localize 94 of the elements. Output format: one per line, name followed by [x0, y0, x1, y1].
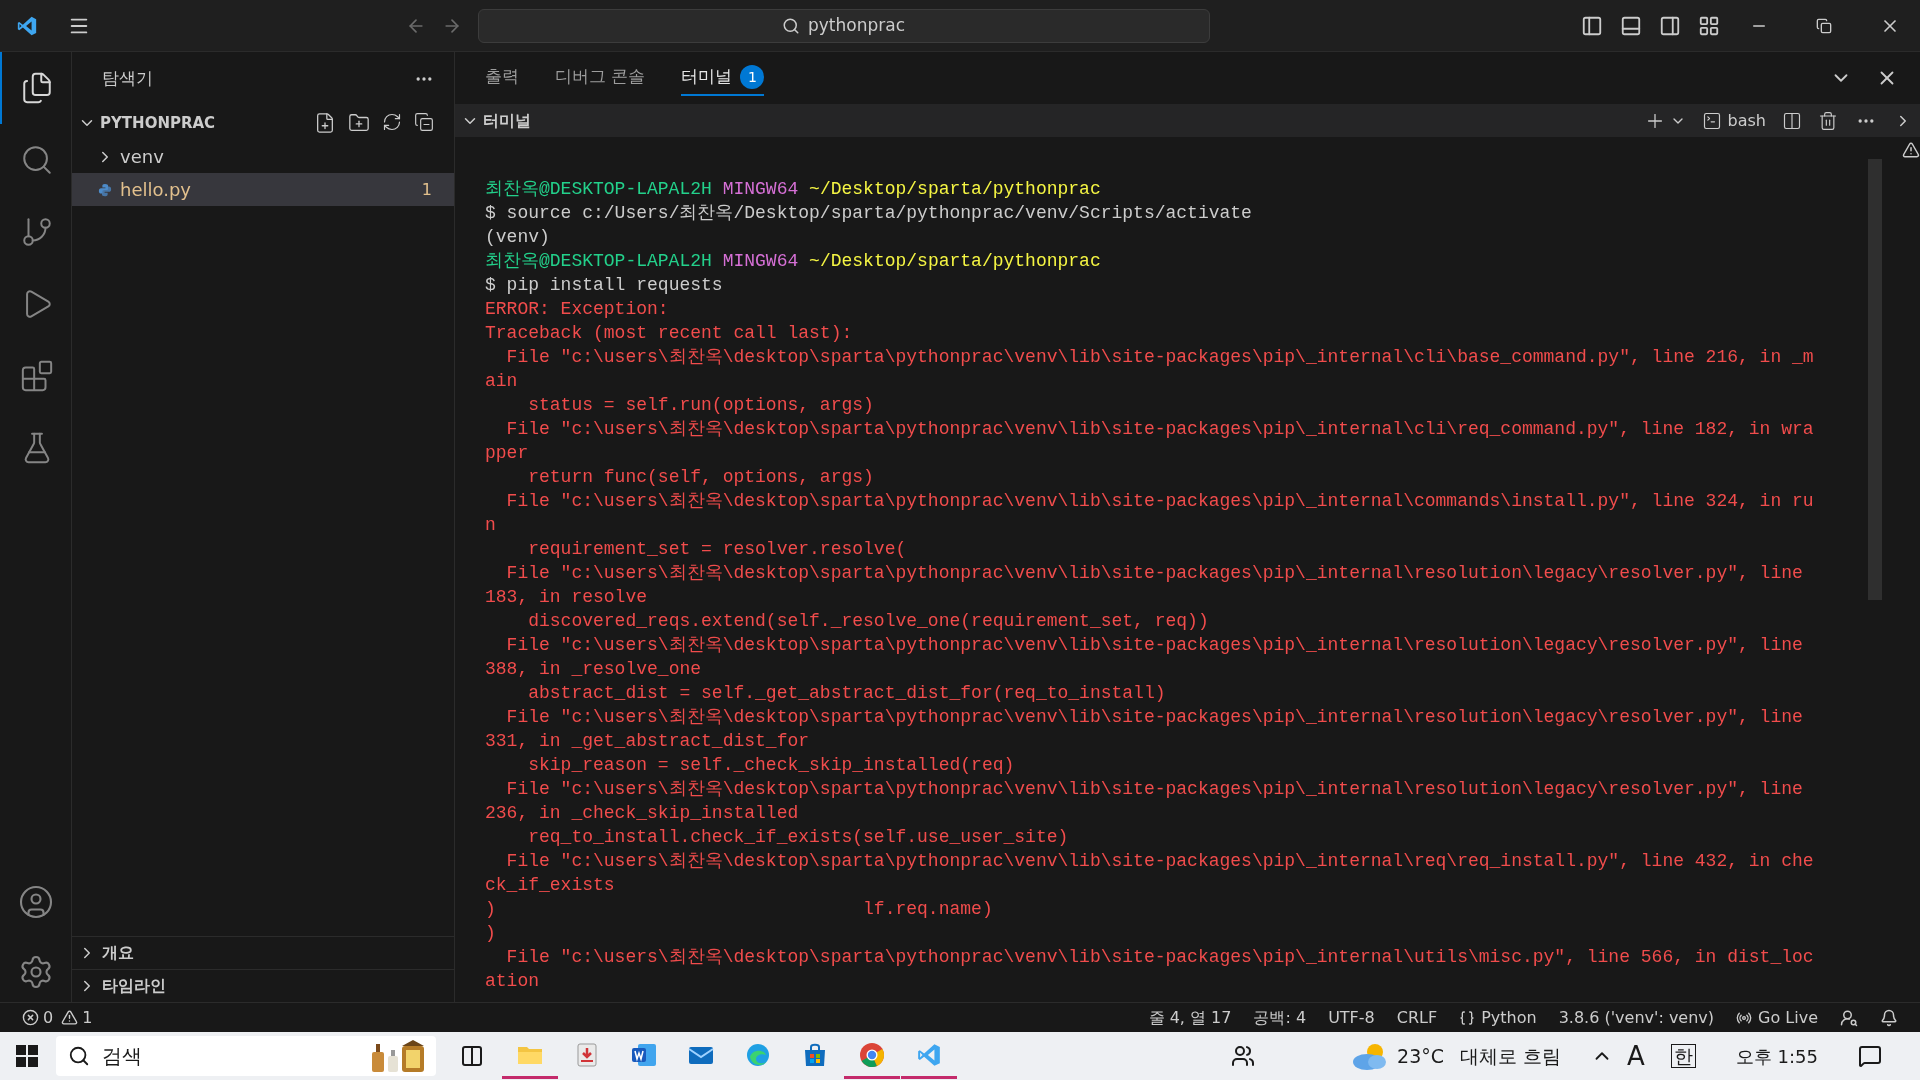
error-line: requirement_set = resolver.resolve(	[527, 538, 907, 561]
customize-layout-icon[interactable]	[1698, 14, 1720, 37]
prompt-path: ~/Desktop/sparta/pythonprac	[809, 179, 1101, 199]
error-line: 331, in _get_abstract_dist_for	[485, 730, 810, 753]
error-line: File "c:\users\최찬옥\desktop\sparta\pythonprac\venv\lib\site-packages\pip\_internal\cli\base_command.py", line 216, in _m	[505, 346, 1814, 369]
error-line: n	[485, 514, 496, 537]
error-line: ck_if_exists	[485, 874, 615, 897]
error-line: File "c:\users\최찬옥\desktop\sparta\pythonprac\venv\lib\site-packages\pip\_internal\req\req_install.py", line 432, in che	[505, 850, 1814, 873]
error-icon	[22, 1009, 39, 1026]
new-file-icon[interactable]	[314, 112, 336, 134]
prompt-path: ~/Desktop/sparta/pythonprac	[809, 251, 1101, 271]
split-terminal-icon[interactable]	[1782, 110, 1802, 131]
error-line: File "c:\users\최찬옥\desktop\sparta\pythonprac\venv\lib\site-packages\pip\_internal\resolution\legacy\resolver.py", line	[505, 778, 1803, 801]
weather-widget[interactable]: 23°C 대체로 흐림	[1351, 1040, 1562, 1072]
error-line: File "c:\users\최찬옥\desktop\sparta\pythonprac\venv\lib\site-packages\pip\_internal\resolution\legacy\resolver.py", line	[505, 706, 1803, 729]
error-line: status = self.run(options, args)	[527, 394, 874, 417]
error-line: File "c:\users\최찬옥\desktop\sparta\pythonprac\venv\lib\site-packages\pip\_internal\utils\misc.py", line 566, in dist_loc	[505, 946, 1814, 969]
error-line: ation	[485, 970, 539, 993]
status-item[interactable]: 줄 4, 열 17	[1148, 1005, 1232, 1030]
error-line: req_to_install.check_if_exists(self.use_user_site)	[527, 826, 1069, 849]
file-tree-item[interactable]: hello.py 1	[72, 173, 454, 206]
error-line: ) lf.req.name)	[485, 898, 993, 921]
error-line: File "c:\users\최찬옥\desktop\sparta\pythonprac\venv\lib\site-packages\pip\_internal\resolution\legacy\resolver.py", line	[505, 634, 1803, 657]
taskbar-search-field[interactable]: 검색	[56, 1036, 436, 1076]
error-line: 236, in _check_skip_installed	[485, 802, 799, 825]
start-windows-icon[interactable]	[16, 1045, 38, 1067]
search-text: pythonprac	[808, 13, 905, 37]
error-line: )	[485, 922, 496, 945]
extensions-icon[interactable]	[19, 359, 54, 393]
notification-center-icon[interactable]	[1858, 1044, 1882, 1068]
terminal-command: $ pip install requests	[485, 274, 723, 297]
prompt-user: 최찬옥@DESKTOP-LAPAL2H	[485, 179, 712, 199]
panel-tab[interactable]: 터미널 1	[681, 60, 765, 96]
file-tree-item[interactable]: venv	[72, 140, 454, 173]
task-view-icon[interactable]	[460, 1044, 484, 1068]
error-line: pper	[485, 442, 529, 465]
new-folder-icon[interactable]	[348, 112, 370, 134]
accounts-icon[interactable]	[1840, 1008, 1858, 1027]
error-line: discovered_reqs.extend(self._resolve_one(requirement_set, req))	[527, 610, 1209, 633]
clock[interactable]: 오후 1:55	[1735, 1042, 1818, 1070]
collapsed-section-header[interactable]: 개요	[72, 936, 454, 969]
error-line: 388, in _resolve_one	[485, 658, 702, 681]
refresh-icon[interactable]	[382, 112, 402, 132]
search-icon	[68, 1045, 90, 1067]
prompt-user: 최찬옥@DESKTOP-LAPAL2H	[485, 251, 712, 271]
terminal-icon	[1701, 110, 1722, 131]
warning-icon[interactable]	[1902, 141, 1920, 159]
toggle-panel-icon[interactable]	[1620, 14, 1642, 37]
error-line: File "c:\users\최찬옥\desktop\sparta\pythonprac\venv\lib\site-packages\pip\_internal\resolution\legacy\resolver.py", line	[505, 562, 1803, 585]
panel-tab[interactable]: 디버그 콘솔	[555, 60, 646, 96]
status-item[interactable]: 공백: 4	[1253, 1005, 1307, 1030]
python-file-icon	[98, 182, 112, 197]
count-badge: 1	[740, 65, 765, 89]
error-line: return func(self, options, args)	[527, 466, 874, 489]
vscode-logo-icon	[16, 14, 38, 37]
status-item[interactable]: Go Live	[1736, 1005, 1818, 1030]
toggle-sidebar-icon[interactable]	[1581, 14, 1603, 37]
command-search-field[interactable]: pythonprac	[477, 8, 1210, 43]
braces-icon	[1459, 1009, 1476, 1026]
terminal-section-title: 터미널	[483, 109, 532, 132]
status-item[interactable]: Python	[1459, 1005, 1537, 1030]
prompt-env: MINGW64	[722, 251, 799, 271]
error-line: File "c:\users\최찬옥\desktop\sparta\pythonprac\venv\lib\site-packages\pip\_internal\cli\req_command.py", line 182, in wra	[505, 418, 1814, 441]
error-line: abstract_dist = self._get_abstract_dist_for(req_to_install)	[527, 682, 1166, 705]
terminal-output: (venv)	[485, 226, 550, 249]
terminal-shell-button[interactable]: bash	[1701, 108, 1766, 133]
restore-icon[interactable]	[1816, 17, 1832, 34]
account-icon[interactable]	[17, 884, 54, 920]
error-line: Traceback (most recent call last):	[485, 322, 853, 345]
terminal-command: $ source c:/Users/최찬옥/Desktop/sparta/pythonprac/venv/Scripts/activate	[485, 202, 1252, 225]
problems-button[interactable]: 0 1	[22, 1005, 93, 1030]
error-line: ERROR: Exception:	[485, 298, 669, 321]
people-icon[interactable]	[1231, 1044, 1256, 1068]
error-line: 183, in resolve	[485, 586, 648, 609]
kill-terminal-icon[interactable]	[1818, 110, 1838, 131]
input-mode-indicator[interactable]: A	[1627, 1036, 1645, 1076]
folder-header[interactable]: PYTHONPRAC	[72, 106, 454, 140]
browser-circle-icon	[858, 1040, 886, 1069]
status-item[interactable]: CRLF	[1396, 1005, 1438, 1030]
notifications-icon[interactable]	[1880, 1008, 1898, 1027]
collapse-all-icon[interactable]	[414, 112, 434, 132]
prompt-env: MINGW64	[722, 179, 799, 199]
language-indicator[interactable]: 한	[1670, 1044, 1696, 1068]
error-line: File "c:\users\최찬옥\desktop\sparta\pythonprac\venv\lib\site-packages\pip\_internal\commands\install.py", line 324, in ru	[505, 490, 1814, 513]
panel-tab[interactable]: 출력	[485, 60, 519, 96]
toggle-secondary-sidebar-icon[interactable]	[1659, 14, 1681, 37]
search-icon	[782, 16, 800, 35]
status-item[interactable]: UTF-8	[1328, 1005, 1375, 1030]
warning-icon	[61, 1009, 79, 1026]
sidebar-title: 탐색기	[102, 67, 153, 91]
status-item[interactable]: 3.8.6 ('venv': venv)	[1558, 1005, 1715, 1030]
code-editor-app-icon	[916, 1041, 942, 1068]
error-line: skip_reason = self._check_skip_installed(req)	[527, 754, 1015, 777]
error-line: ain	[485, 370, 518, 393]
